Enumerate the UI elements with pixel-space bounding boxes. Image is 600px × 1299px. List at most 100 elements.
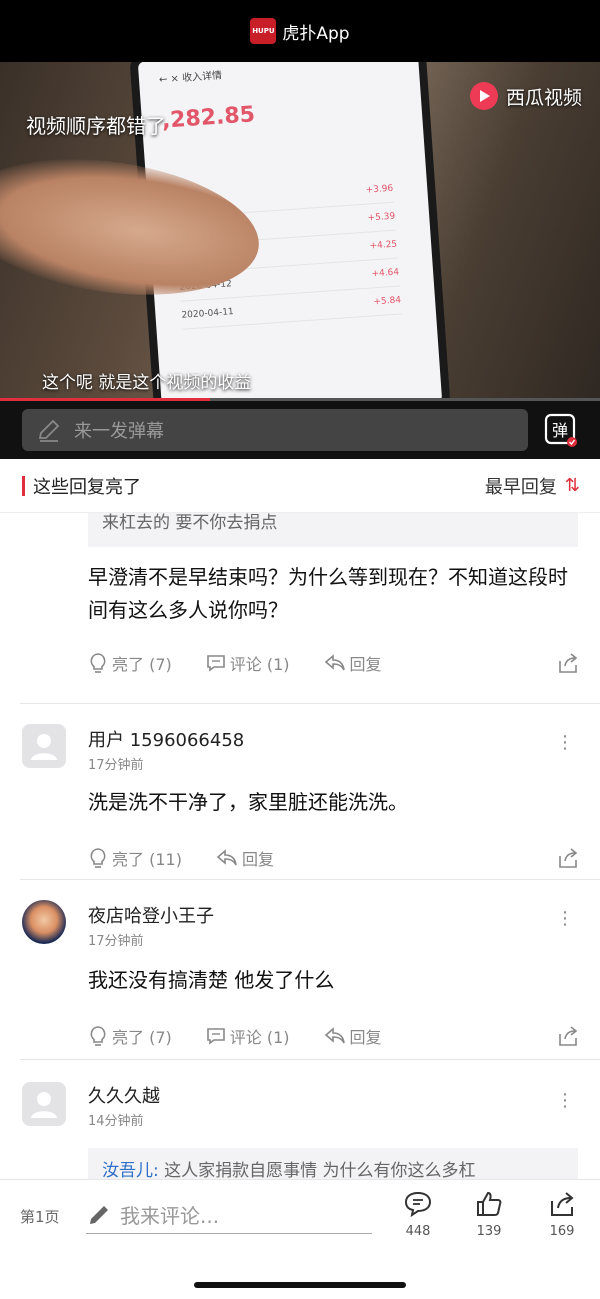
- username[interactable]: 久久久越: [88, 1082, 160, 1108]
- quoted-username[interactable]: 汝吾儿:: [102, 1161, 159, 1179]
- more-options-icon[interactable]: ⋮: [556, 910, 574, 928]
- phone-income-value: +5.39: [367, 211, 396, 224]
- reply-item: 久久久越 14分钟前 ⋮ 汝吾儿: 这人家捐款自愿事情 为什么有你这么多杠: [0, 1060, 600, 1179]
- phone-income-date: 2020-04-11: [181, 306, 235, 321]
- avatar[interactable]: [22, 724, 66, 768]
- pencil-icon: [90, 1205, 108, 1224]
- post-time: 17分钟前: [88, 934, 144, 949]
- video-subtitle: 这个呢 就是这个视频的收益: [42, 373, 252, 393]
- sort-order-label: 最早回复: [484, 476, 557, 498]
- share-button[interactable]: 169: [542, 1190, 582, 1239]
- reply-actions: 亮了 (7) 评论 (1) 回复: [88, 633, 582, 693]
- page-indicator[interactable]: 第1页: [20, 1206, 60, 1227]
- lightbulb-icon: [90, 848, 106, 868]
- light-count: 亮了 (7): [112, 1028, 172, 1047]
- comment-button[interactable]: 评论 (1): [206, 1024, 290, 1048]
- danmu-placeholder: 来一发弹幕: [74, 421, 164, 442]
- reply-item: 用户 1596066458 17分钟前 ⋮ 洗是洗不干净了，家里脏还能洗洗。 亮…: [0, 704, 600, 880]
- danmu-toggle-icon[interactable]: 弹: [544, 413, 578, 447]
- share-icon[interactable]: [556, 1024, 580, 1048]
- lightbulb-icon: [90, 653, 106, 673]
- share-icon: [551, 1192, 574, 1216]
- comment-count: 评论 (1): [229, 655, 290, 674]
- likes-count: 139: [476, 1224, 502, 1239]
- username[interactable]: 夜店哈登小王子: [88, 902, 214, 928]
- reply-label: 回复: [349, 1028, 382, 1047]
- username[interactable]: 用户 1596066458: [88, 726, 244, 752]
- quoted-reply-text: 来杠去的 要不你去捐点: [102, 513, 278, 533]
- default-avatar-icon: [31, 1092, 57, 1118]
- danmu-input[interactable]: 来一发弹幕: [22, 409, 528, 451]
- default-avatar-icon: [31, 734, 57, 760]
- hupu-logo: HUPU: [250, 18, 277, 44]
- light-count: 亮了 (11): [112, 850, 182, 869]
- reply-text: 我还没有搞清楚 他发了什么: [88, 968, 335, 992]
- pencil-icon: [38, 419, 60, 442]
- more-options-icon[interactable]: ⋮: [556, 1092, 574, 1110]
- comment-input-placeholder: 我来评论...: [120, 1204, 220, 1228]
- shares-count: 169: [549, 1224, 575, 1239]
- highlighted-replies-heading: 这些回复亮了: [22, 473, 141, 499]
- light-count: 亮了 (7): [112, 655, 172, 674]
- comment-icon: [206, 1028, 225, 1045]
- reply-feed[interactable]: 来杠去的 要不你去捐点 早澄清不是早结束吗？为什么等到现在？不知道这段时间有这么…: [0, 513, 600, 1179]
- xigua-brand-label: 西瓜视频: [505, 86, 582, 109]
- reply-text: 洗是洗不干净了，家里脏还能洗洗。: [88, 790, 408, 814]
- post-time: 17分钟前: [88, 758, 144, 773]
- reply-arrow-icon: [216, 849, 237, 866]
- comment-count: 评论 (1): [229, 1028, 290, 1047]
- reply-actions: 亮了 (7) 评论 (1) 回复: [88, 1006, 582, 1066]
- sort-order-button[interactable]: 最早回复 ⇅: [485, 473, 580, 499]
- sort-arrows-icon: ⇅: [564, 475, 580, 496]
- like-button[interactable]: 139: [469, 1190, 509, 1239]
- light-button[interactable]: 亮了 (7): [88, 1024, 172, 1048]
- xigua-play-icon: [469, 82, 498, 110]
- reply-arrow-icon: [324, 1027, 345, 1044]
- comments-count: 448: [405, 1224, 431, 1239]
- avatar[interactable]: [22, 1082, 66, 1126]
- phone-amount: ,282.85: [161, 102, 256, 134]
- comment-button[interactable]: 评论 (1): [206, 651, 290, 675]
- reply-button[interactable]: 回复: [324, 1024, 382, 1048]
- lightbulb-icon: [90, 1026, 106, 1046]
- home-indicator[interactable]: [194, 1282, 406, 1288]
- danmu-toggle-label: 弹: [552, 421, 568, 440]
- more-options-icon[interactable]: ⋮: [556, 734, 574, 752]
- post-time: 14分钟前: [88, 1114, 144, 1129]
- danmu-bar: 来一发弹幕 弹: [0, 401, 600, 459]
- avatar[interactable]: [22, 900, 66, 944]
- phone-income-value: +4.25: [369, 239, 398, 251]
- comment-bubble-icon: [404, 1191, 432, 1218]
- video-caption-top: 视频顺序都错了: [26, 114, 166, 138]
- reply-text: 早澄清不是早结束吗？为什么等到现在？不知道这段时间有这么多人说你吗？: [88, 565, 568, 622]
- phone-income-value: +4.64: [371, 267, 400, 279]
- reply-sort-bar: 这些回复亮了 最早回复 ⇅: [0, 459, 600, 513]
- quoted-reply: 来杠去的 要不你去捐点: [88, 513, 578, 547]
- reply-item: 夜店哈登小王子 17分钟前 ⋮ 我还没有搞清楚 他发了什么 亮了 (7) 评论 …: [0, 880, 600, 1060]
- share-icon[interactable]: [556, 846, 580, 870]
- reply-arrow-icon: [324, 654, 345, 671]
- reply-label: 回复: [241, 850, 274, 869]
- heading-accent-bar: [22, 475, 25, 496]
- light-button[interactable]: 亮了 (7): [88, 651, 172, 675]
- comments-button[interactable]: 448: [398, 1190, 438, 1239]
- app-title-bar: HUPU 虎扑App: [0, 0, 600, 62]
- light-button[interactable]: 亮了 (11): [88, 846, 182, 870]
- reply-item: 来杠去的 要不你去捐点 早澄清不是早结束吗？为什么等到现在？不知道这段时间有这么…: [0, 513, 600, 704]
- phone-income-value: +3.96: [365, 183, 394, 196]
- reply-label: 回复: [349, 655, 382, 674]
- comment-icon: [206, 655, 225, 672]
- reply-button[interactable]: 回复: [216, 846, 274, 870]
- reply-button[interactable]: 回复: [324, 651, 382, 675]
- share-icon[interactable]: [556, 651, 580, 675]
- thumbs-up-icon: [477, 1191, 502, 1216]
- video-player[interactable]: ← × 收入详情 ,282.85 +3.962020-04-14+5.39202…: [0, 62, 600, 400]
- phone-income-value: +5.84: [373, 294, 402, 307]
- comment-input[interactable]: 我来评论...: [86, 1196, 372, 1234]
- xigua-brand: 西瓜视频: [469, 82, 582, 110]
- quoted-reply-text: 这人家捐款自愿事情 为什么有你这么多杠: [158, 1161, 476, 1179]
- quoted-reply: 汝吾儿: 这人家捐款自愿事情 为什么有你这么多杠: [88, 1148, 578, 1179]
- bottom-action-bar: 第1页 我来评论... 448 139 169: [0, 1179, 600, 1299]
- app-title: 虎扑App: [282, 23, 350, 44]
- highlighted-replies-label: 这些回复亮了: [33, 476, 141, 498]
